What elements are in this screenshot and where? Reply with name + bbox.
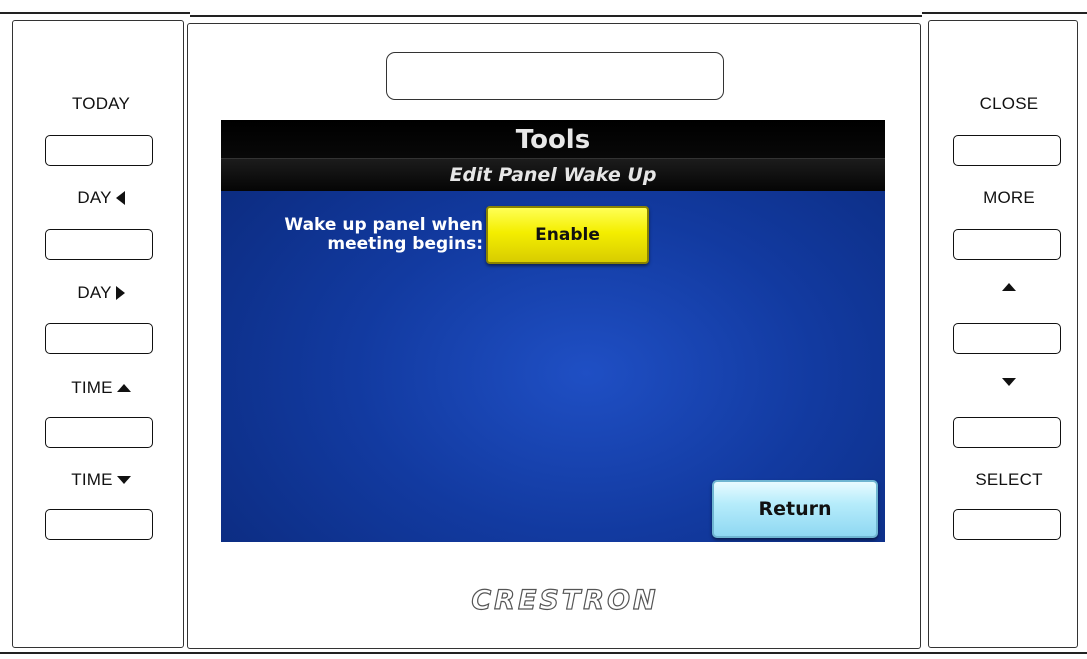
touchscreen: Tools Edit Panel Wake Up Wake up panel w… <box>221 120 885 542</box>
arrow-up-icon <box>116 384 131 392</box>
arrow-left-icon <box>115 191 125 205</box>
screen-title: Tools <box>221 120 885 158</box>
screen-subtitle: Edit Panel Wake Up <box>221 158 885 191</box>
scroll-down-label <box>954 378 1064 386</box>
frame-top-line-left <box>0 12 190 14</box>
close-label: CLOSE <box>979 94 1039 113</box>
time-down-button[interactable] <box>45 509 153 540</box>
time-down-label: TIME <box>46 470 156 490</box>
today-button[interactable] <box>45 135 153 166</box>
arrow-down-icon <box>116 476 131 484</box>
return-button[interactable]: Return <box>712 480 878 538</box>
crestron-logo: CRESTRON <box>471 584 659 616</box>
arrow-down-icon <box>1002 378 1016 386</box>
time-up-button[interactable] <box>45 417 153 448</box>
frame-bottom-line <box>0 652 1087 654</box>
select-label: SELECT <box>975 470 1043 489</box>
frame-top-line-right <box>922 12 1087 14</box>
more-button[interactable] <box>953 229 1061 260</box>
arrow-right-icon <box>115 286 125 300</box>
wake-up-label-line1: Wake up panel when <box>284 215 483 235</box>
wake-up-label: Wake up panel when meeting begins: <box>237 216 483 254</box>
scroll-up-button[interactable] <box>953 323 1061 354</box>
scroll-down-button[interactable] <box>953 417 1061 448</box>
enable-button[interactable]: Enable <box>486 206 649 264</box>
close-button[interactable] <box>953 135 1061 166</box>
more-label: MORE <box>983 188 1035 207</box>
day-prev-label: DAY <box>46 188 156 208</box>
day-next-button[interactable] <box>45 323 153 354</box>
day-prev-button[interactable] <box>45 229 153 260</box>
select-button[interactable] <box>953 509 1061 540</box>
today-label: TODAY <box>72 94 130 113</box>
day-next-label: DAY <box>46 283 156 303</box>
wake-up-label-line2: meeting begins: <box>327 234 483 254</box>
arrow-up-icon <box>1002 283 1016 291</box>
time-up-label: TIME <box>46 378 156 398</box>
scroll-up-label <box>954 283 1064 291</box>
frame-top-line-mid <box>190 15 922 17</box>
top-display-slot <box>386 52 724 100</box>
